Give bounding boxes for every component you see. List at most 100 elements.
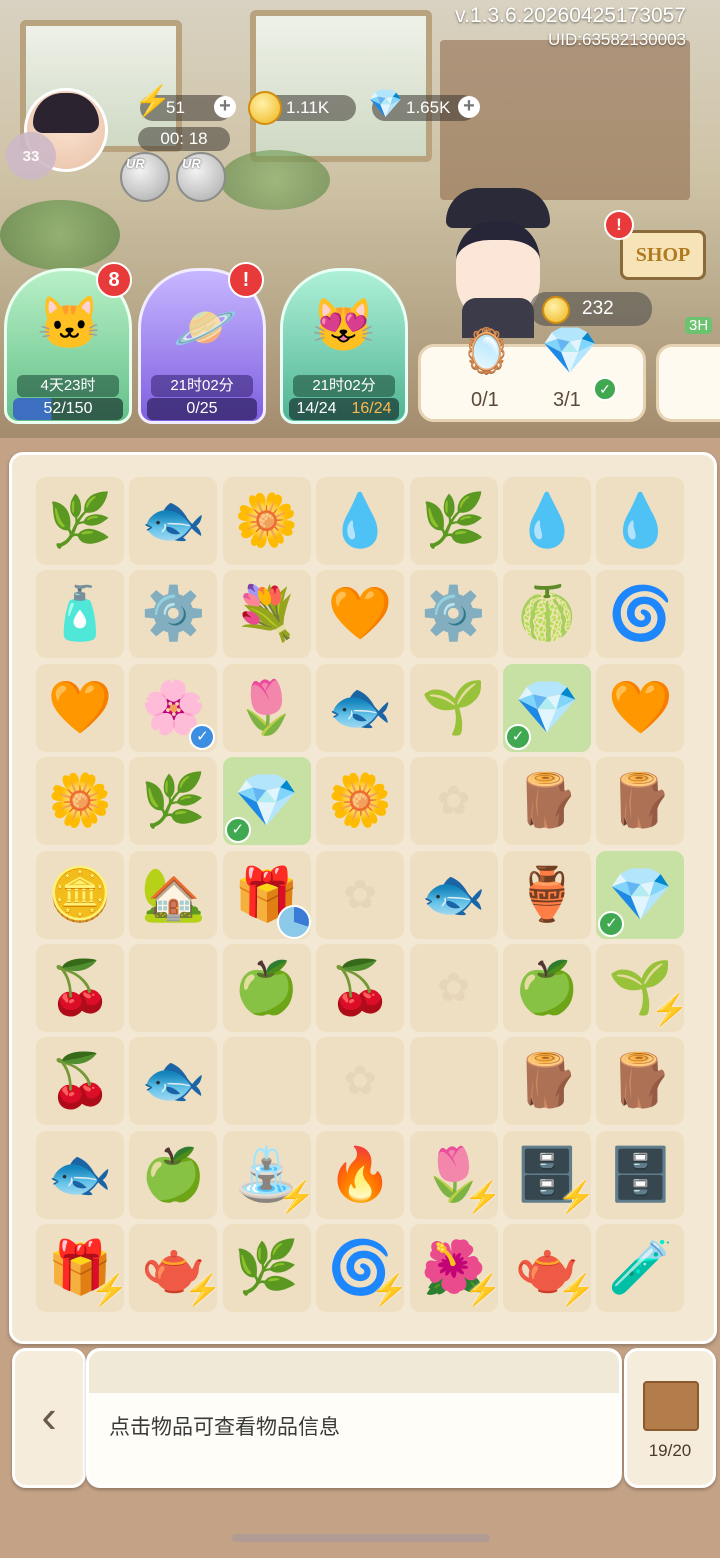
board-cell[interactable]: 🪵 xyxy=(596,757,685,846)
energy-pill[interactable]: ⚡ 51 + xyxy=(134,87,236,121)
board-cell[interactable]: ✿ xyxy=(316,850,405,939)
board-cell[interactable]: 💧 xyxy=(316,477,405,565)
board-cell[interactable]: 💎 ✓ xyxy=(596,850,685,939)
board-cell[interactable]: 🪙 xyxy=(36,850,124,939)
board-cell[interactable]: ⛲ ⚡ xyxy=(222,1130,315,1219)
goldfish-icon: 🐟 xyxy=(141,492,206,550)
board-cell[interactable]: 🍏 xyxy=(503,944,591,1032)
board-cell[interactable]: 🌱 ⚡ xyxy=(596,944,688,1032)
event-timer: 21时02分 xyxy=(293,375,395,397)
cooldown-pie-icon xyxy=(276,904,311,939)
board-cell[interactable]: ✿ xyxy=(409,944,498,1032)
glass-dome-plant-blue-icon: 🌿 xyxy=(141,772,206,831)
board-cell[interactable]: 🍏 xyxy=(222,944,311,1032)
wooden-cabinet-icon: 🗄️ xyxy=(608,1145,673,1204)
board-cell[interactable]: 🌺 ⚡ xyxy=(409,1224,502,1313)
board-cell[interactable]: 💧 xyxy=(503,477,591,565)
storage-box-button[interactable]: 19/20 xyxy=(624,1348,716,1488)
board-cell[interactable]: 🌼 xyxy=(316,757,405,846)
yellow-flowers-icon: 🌼 xyxy=(47,772,113,831)
board-cell[interactable]: 🐟 xyxy=(409,850,498,939)
red-berries-icon: 🍒 xyxy=(327,959,393,1017)
board-cell[interactable]: 🧪 xyxy=(596,1224,685,1313)
board-cell[interactable]: 🫖 ⚡ xyxy=(129,1224,221,1313)
board-cell[interactable]: 🍒 xyxy=(316,944,405,1032)
board-cell[interactable]: 🗄️ ⚡ xyxy=(503,1130,595,1219)
player-level: 33 xyxy=(6,132,56,180)
board-cell[interactable]: 🌼 xyxy=(36,757,124,846)
water-droplet-icon: 💧 xyxy=(514,492,580,550)
board-cell[interactable]: 🌿 xyxy=(36,477,124,565)
ur-coin-icon[interactable]: UR xyxy=(120,152,170,202)
green-berries-icon: 🍏 xyxy=(141,1145,206,1204)
board-cell[interactable]: 💐 xyxy=(222,570,311,659)
next-order-card[interactable]: 3H xyxy=(656,317,720,422)
empty-slot-icon: ✿ xyxy=(343,1059,377,1104)
board-cell[interactable]: 🪵 xyxy=(503,1037,591,1126)
board-cell[interactable]: 🎁 ⚡ xyxy=(36,1224,128,1313)
board-cell[interactable]: ✿ xyxy=(316,1037,405,1126)
board-cell[interactable]: 🌸 ✓ xyxy=(129,663,218,752)
board-cell[interactable]: 🗄️ xyxy=(596,1130,685,1219)
glass-dome-vine-icon: 🌱 xyxy=(421,678,486,737)
coins-pill[interactable]: 1.11K xyxy=(248,91,356,125)
board-cell[interactable]: 🌿 xyxy=(129,757,218,846)
board-cell[interactable]: 🌱 xyxy=(409,663,498,752)
board-cell[interactable]: 🍒 xyxy=(36,944,124,1032)
board-cell[interactable]: 🍈 xyxy=(503,570,591,659)
ur-coin-icon[interactable]: UR xyxy=(176,152,226,202)
orange-droplet-icon: 🧡 xyxy=(608,678,673,737)
board-cell[interactable] xyxy=(409,1037,498,1126)
coins-value: 1.11K xyxy=(286,98,330,117)
board-cell[interactable] xyxy=(129,944,218,1032)
event-cats-heart[interactable]: 😻 21时02分 14/24 16/24 xyxy=(280,268,408,424)
board-cell[interactable]: 🍒 xyxy=(36,1037,124,1126)
board-cell[interactable]: 🏺 xyxy=(503,850,591,939)
board-cell[interactable]: 🧡 xyxy=(596,663,685,752)
board-cell[interactable]: 🧴 xyxy=(36,570,124,659)
board-cell[interactable]: 🌷 ⚡ xyxy=(409,1130,502,1219)
red-berries-icon: 🍒 xyxy=(47,959,113,1017)
generator-bolt-icon: ⚡ xyxy=(90,1274,128,1308)
board-cell[interactable]: 🫖 ⚡ xyxy=(503,1224,595,1313)
board-cell[interactable]: 💧 xyxy=(596,477,685,565)
board-cell[interactable]: 🐟 xyxy=(36,1130,124,1219)
board-cell[interactable]: 🏡 xyxy=(129,850,218,939)
board-cell[interactable]: ✿ xyxy=(409,757,498,846)
coin-icon xyxy=(542,296,570,324)
check-icon: ✓ xyxy=(189,723,216,750)
board-cell[interactable]: 🔥 xyxy=(316,1130,405,1219)
board-cell[interactable]: 🌀 xyxy=(596,570,685,659)
back-button[interactable]: ‹ xyxy=(12,1348,86,1488)
ur-label: UR xyxy=(126,156,145,171)
board-cell[interactable]: 🐟 xyxy=(129,1037,218,1126)
order-reward: 232 xyxy=(530,292,652,326)
board-cell[interactable]: 🌼 xyxy=(222,477,311,565)
board-cell[interactable]: 💎 ✓ xyxy=(222,757,311,846)
board-cell[interactable]: 🐟 xyxy=(316,663,405,752)
board-cell[interactable]: 🌀 ⚡ xyxy=(316,1224,408,1313)
gems-pill[interactable]: 💎 1.65K + xyxy=(368,90,480,121)
board-cell[interactable]: 🐟 xyxy=(129,477,218,565)
board-cell[interactable]: 🪵 xyxy=(596,1037,685,1126)
board-cell[interactable]: 🧡 xyxy=(316,570,405,659)
add-energy-button[interactable]: + xyxy=(214,96,236,118)
board-cell[interactable]: 🍏 xyxy=(129,1130,218,1219)
board-cell[interactable]: 🎁 xyxy=(222,850,311,939)
board-cell[interactable]: 💎 ✓ xyxy=(503,663,591,752)
order-card[interactable]: 🪞 0/1 💎 3/1 ✓ xyxy=(418,324,646,422)
board-cell[interactable] xyxy=(222,1037,311,1126)
board-cell[interactable]: 🪵 xyxy=(503,757,591,846)
goldfish-icon: 🐟 xyxy=(141,1052,206,1111)
board-cell[interactable]: 🌿 xyxy=(409,477,498,565)
merge-board: 🌿 🐟 🌼 💧 🌿 💧 💧 🧴 ⚙️ 💐 🧡 ⚙️ 🍈 🌀 🧡 🌸 ✓ 🌷 🐟 🌱 💎 ✓ 🧡 🌼 🌿 💎 ✓ 🌼 ✿ 🪵 🪵 🪙 🏡 🎁 ✿ 🐟 🏺 💎… xyxy=(9,452,717,1344)
glass-dome-plant-green-icon: 🌿 xyxy=(234,1239,300,1298)
board-cell[interactable]: 🌷 xyxy=(222,663,311,752)
ur-label: UR xyxy=(182,156,201,171)
board-cell[interactable]: 🌿 xyxy=(222,1224,311,1313)
add-gems-button[interactable]: + xyxy=(458,96,480,118)
wood-logs-icon: 🪵 xyxy=(608,772,673,831)
board-cell[interactable]: ⚙️ xyxy=(129,570,218,659)
board-cell[interactable]: ⚙️ xyxy=(409,570,498,659)
board-cell[interactable]: 🧡 xyxy=(36,663,124,752)
